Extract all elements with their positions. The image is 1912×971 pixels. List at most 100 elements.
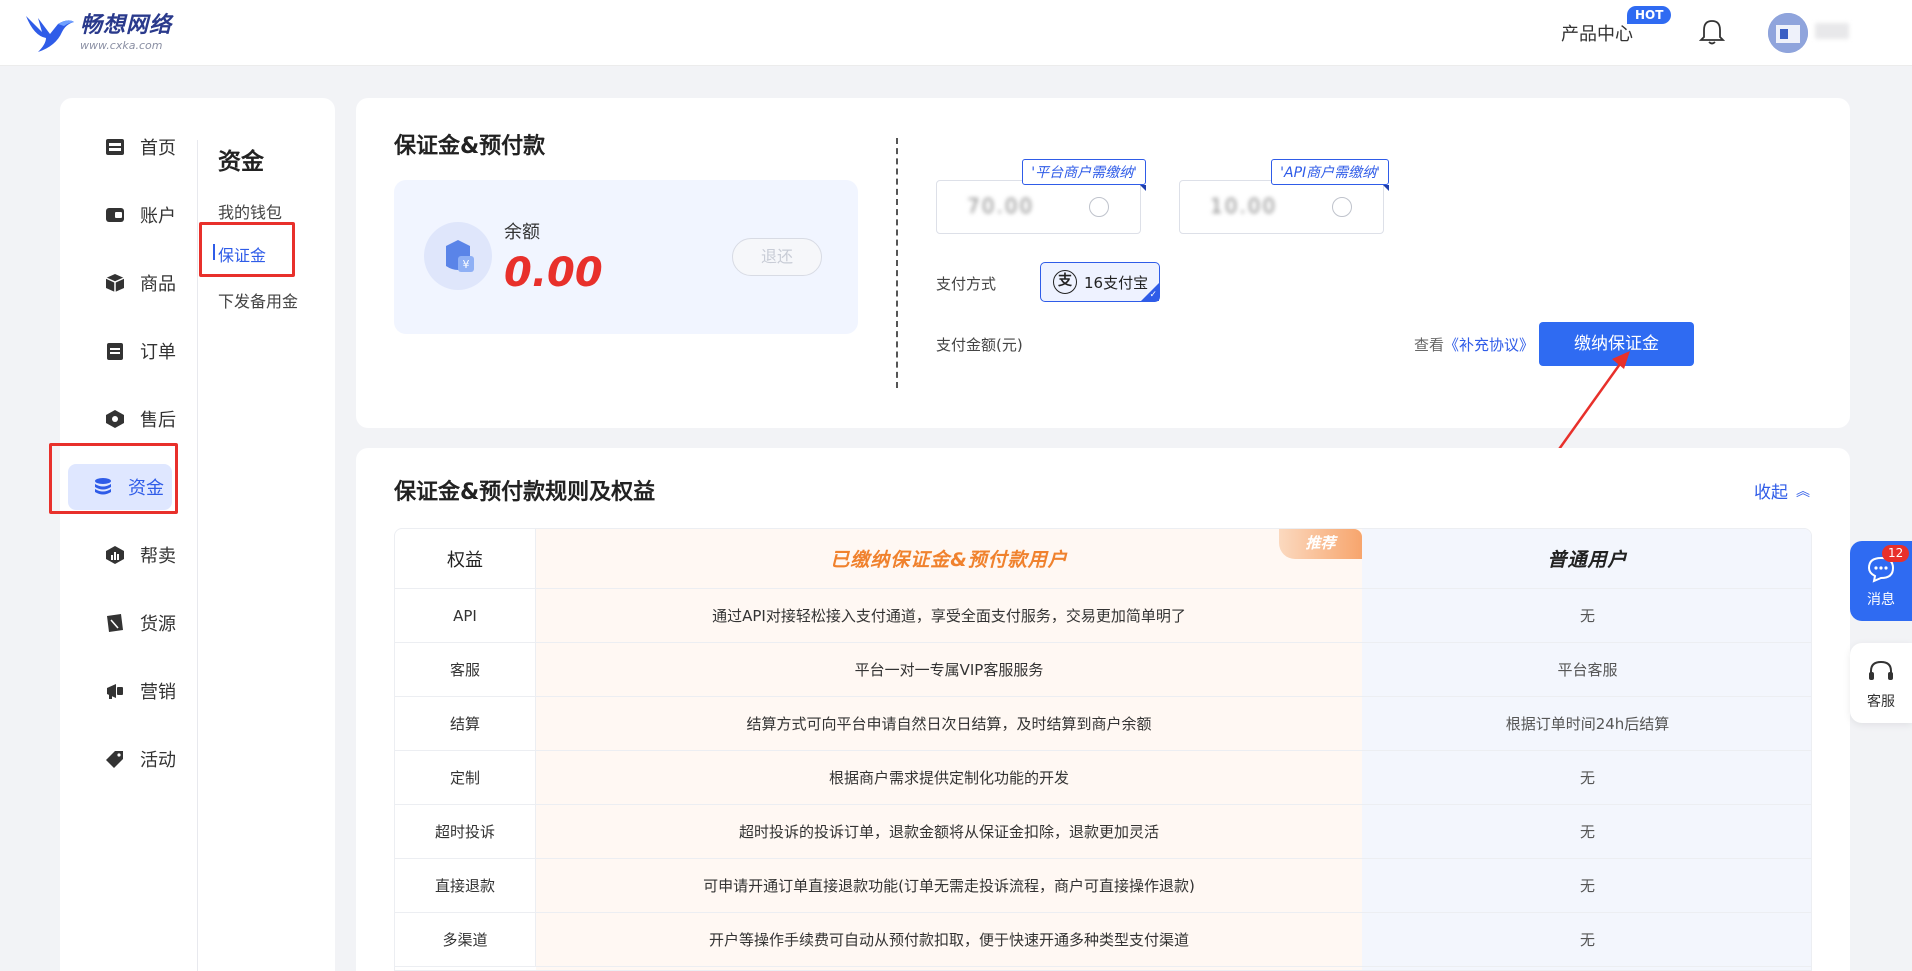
highlight-box-funds <box>49 443 178 514</box>
sidebar-item-activity[interactable]: 活动 <box>82 736 212 782</box>
deposit-card-title: 保证金&预付款 <box>394 134 546 159</box>
table-row: 多渠道 开户等操作手续费可自动从预付款扣取，便于快速开通多种类型支付渠道 无 <box>395 913 1811 967</box>
goods-icon <box>107 614 123 632</box>
option-value: 10.00 <box>1210 194 1278 218</box>
row-name: API <box>395 589 536 642</box>
table-row: 客服 平台一对一专属VIP客服服务 平台客服 <box>395 643 1811 697</box>
table-header: 权益 已缴纳保证金&预付款用户 普通用户 <box>395 529 1811 589</box>
deposit-card: 保证金&预付款 ¥ 余额 0.00 退还 '平台商户需缴纳' 70.00 'AP… <box>356 98 1850 428</box>
header-paid-users: 已缴纳保证金&预付款用户 <box>830 549 1068 571</box>
table-row: 直接退款 可申请开通订单直接退款功能(订单无需走投诉流程，商户可直接操作退款) … <box>395 859 1811 913</box>
message-float-button[interactable]: 12 消息 <box>1850 541 1912 621</box>
box-icon <box>105 274 125 292</box>
sidebar-item-orders[interactable]: 订单 <box>82 328 212 374</box>
sidebar-item-label: 订单 <box>140 342 176 363</box>
row-normal: 无 <box>1579 769 1595 787</box>
sidebar-item-help-sell[interactable]: 帮卖 <box>82 532 212 578</box>
top-bar: 畅想网络 www.cxka.com 产品中心 HOT <box>0 0 1912 66</box>
username-blurred <box>1815 23 1849 39</box>
row-paid: 开户等操作手续费可自动从预付款扣取，便于快速开通多种类型支付渠道 <box>708 931 1189 949</box>
message-count-badge: 12 <box>1882 545 1910 562</box>
row-paid: 结算方式可向平台申请自然日次日结算，及时结算到商户余额 <box>746 715 1152 733</box>
chart-icon <box>106 546 124 564</box>
sidebar-item-label: 商品 <box>140 274 176 295</box>
row-name: 结算 <box>395 697 536 750</box>
logo-url: www.cxka.com <box>80 39 163 52</box>
sidebar-item-aftersale[interactable]: 售后 <box>82 396 212 442</box>
view-prefix: 查看 <box>1414 336 1445 354</box>
check-icon: ✓ <box>1149 290 1157 300</box>
logo[interactable]: 畅想网络 www.cxka.com <box>24 10 172 56</box>
balance-label: 余额 <box>504 222 540 243</box>
option-tag: '平台商户需缴纳' <box>1022 159 1146 191</box>
table-row: 结算 结算方式可向平台申请自然日次日结算，及时结算到商户余额 根据订单时间24h… <box>395 697 1811 751</box>
row-paid: 通过API对接轻松接入支付通道，享受全面支付服务，交易更加简单明了 <box>712 607 1186 625</box>
row-normal: 无 <box>1579 877 1595 895</box>
shield-icon <box>106 410 124 428</box>
sidebar-item-label: 首页 <box>140 138 176 159</box>
clipboard-icon <box>107 343 123 360</box>
radio-button[interactable] <box>1089 197 1109 217</box>
refund-button[interactable]: 退还 <box>732 238 822 276</box>
money-bag-icon: ¥ <box>424 222 492 290</box>
sidebar-item-products[interactable]: 商品 <box>82 260 212 306</box>
sidebar-item-account[interactable]: 账户 <box>82 192 212 238</box>
header-benefit: 权益 <box>395 529 536 588</box>
row-paid: 超时投诉的投诉订单，退款金额将从保证金扣除，退款更加灵活 <box>738 823 1159 841</box>
option-value: 70.00 <box>967 194 1035 218</box>
row-normal: 平台客服 <box>1557 661 1618 679</box>
product-center-link[interactable]: 产品中心 <box>1561 20 1633 46</box>
row-normal: 无 <box>1579 823 1595 841</box>
row-paid: 根据商户需求提供定制化功能的开发 <box>828 769 1069 787</box>
sidebar-item-supply[interactable]: 货源 <box>82 600 212 646</box>
agreement-text: 查看《补充协议》 <box>1414 334 1534 355</box>
bird-logo-icon <box>26 16 74 52</box>
sidebar-item-marketing[interactable]: 营销 <box>82 668 212 714</box>
megaphone-icon <box>107 684 123 699</box>
customer-service-label: 客服 <box>1867 694 1895 710</box>
benefits-table: 推荐 权益 已缴纳保证金&预付款用户 普通用户 API 通过API对接轻松接入支… <box>394 528 1812 971</box>
collapse-toggle[interactable]: 收起 ︽ <box>1754 478 1810 503</box>
logo-name: 畅想网络 <box>80 13 173 38</box>
sidebar-item-label: 营销 <box>140 682 176 703</box>
alipay-icon: 支 <box>1053 270 1077 294</box>
highlight-box-deposit <box>199 222 295 277</box>
row-name: 客服 <box>395 643 536 696</box>
header-normal-users: 普通用户 <box>1547 549 1628 571</box>
row-name: 超时投诉 <box>395 805 536 858</box>
dashed-divider <box>896 138 898 388</box>
deposit-option-platform[interactable]: '平台商户需缴纳' 70.00 <box>936 159 1146 234</box>
avatar[interactable] <box>1768 13 1808 53</box>
sidebar-item-home[interactable]: 首页 <box>82 124 212 170</box>
radio-button[interactable] <box>1332 197 1352 217</box>
agreement-link[interactable]: 《补充协议》 <box>1444 336 1534 354</box>
shop-icon <box>106 139 124 155</box>
sidebar-item-label: 货源 <box>140 614 176 635</box>
row-name: 直接退款 <box>395 859 536 912</box>
message-label: 消息 <box>1867 592 1895 608</box>
collapse-label: 收起 <box>1754 483 1788 503</box>
customer-service-float-button[interactable]: 客服 <box>1850 643 1912 723</box>
balance-panel: ¥ 余额 0.00 退还 <box>394 180 858 334</box>
table-row: 超时投诉 超时投诉的投诉订单，退款金额将从保证金扣除，退款更加灵活 无 <box>395 805 1811 859</box>
subnav-divider <box>197 140 198 971</box>
hot-badge: HOT <box>1627 6 1672 24</box>
headset-icon <box>1869 660 1893 680</box>
subnav-item-wallet[interactable]: 我的钱包 <box>218 199 282 223</box>
table-row: API 通过API对接轻松接入支付通道，享受全面支付服务，交易更加简单明了 无 <box>395 589 1811 643</box>
pay-method-alipay[interactable]: 支 16支付宝 ✓ <box>1040 262 1160 302</box>
balance-amount: 0.00 <box>504 250 603 296</box>
row-normal: 无 <box>1579 607 1595 625</box>
row-paid: 平台一对一专属VIP客服服务 <box>854 661 1044 679</box>
svg-text:¥: ¥ <box>463 258 470 271</box>
row-name: 定制 <box>395 751 536 804</box>
row-name: 多渠道 <box>395 913 536 966</box>
rules-card-title: 保证金&预付款规则及权益 <box>394 480 656 505</box>
row-paid: 可申请开通订单直接退款功能(订单无需走投诉流程，商户可直接操作退款) <box>703 877 1195 895</box>
deposit-option-api[interactable]: 'API商户需缴纳' 10.00 <box>1179 159 1389 234</box>
pay-deposit-button[interactable]: 缴纳保证金 <box>1539 322 1694 366</box>
option-tag: 'API商户需缴纳' <box>1271 159 1389 191</box>
wallet-icon <box>106 208 124 222</box>
bell-icon[interactable] <box>1699 18 1725 46</box>
subnav-item-reserve[interactable]: 下发备用金 <box>218 288 298 312</box>
